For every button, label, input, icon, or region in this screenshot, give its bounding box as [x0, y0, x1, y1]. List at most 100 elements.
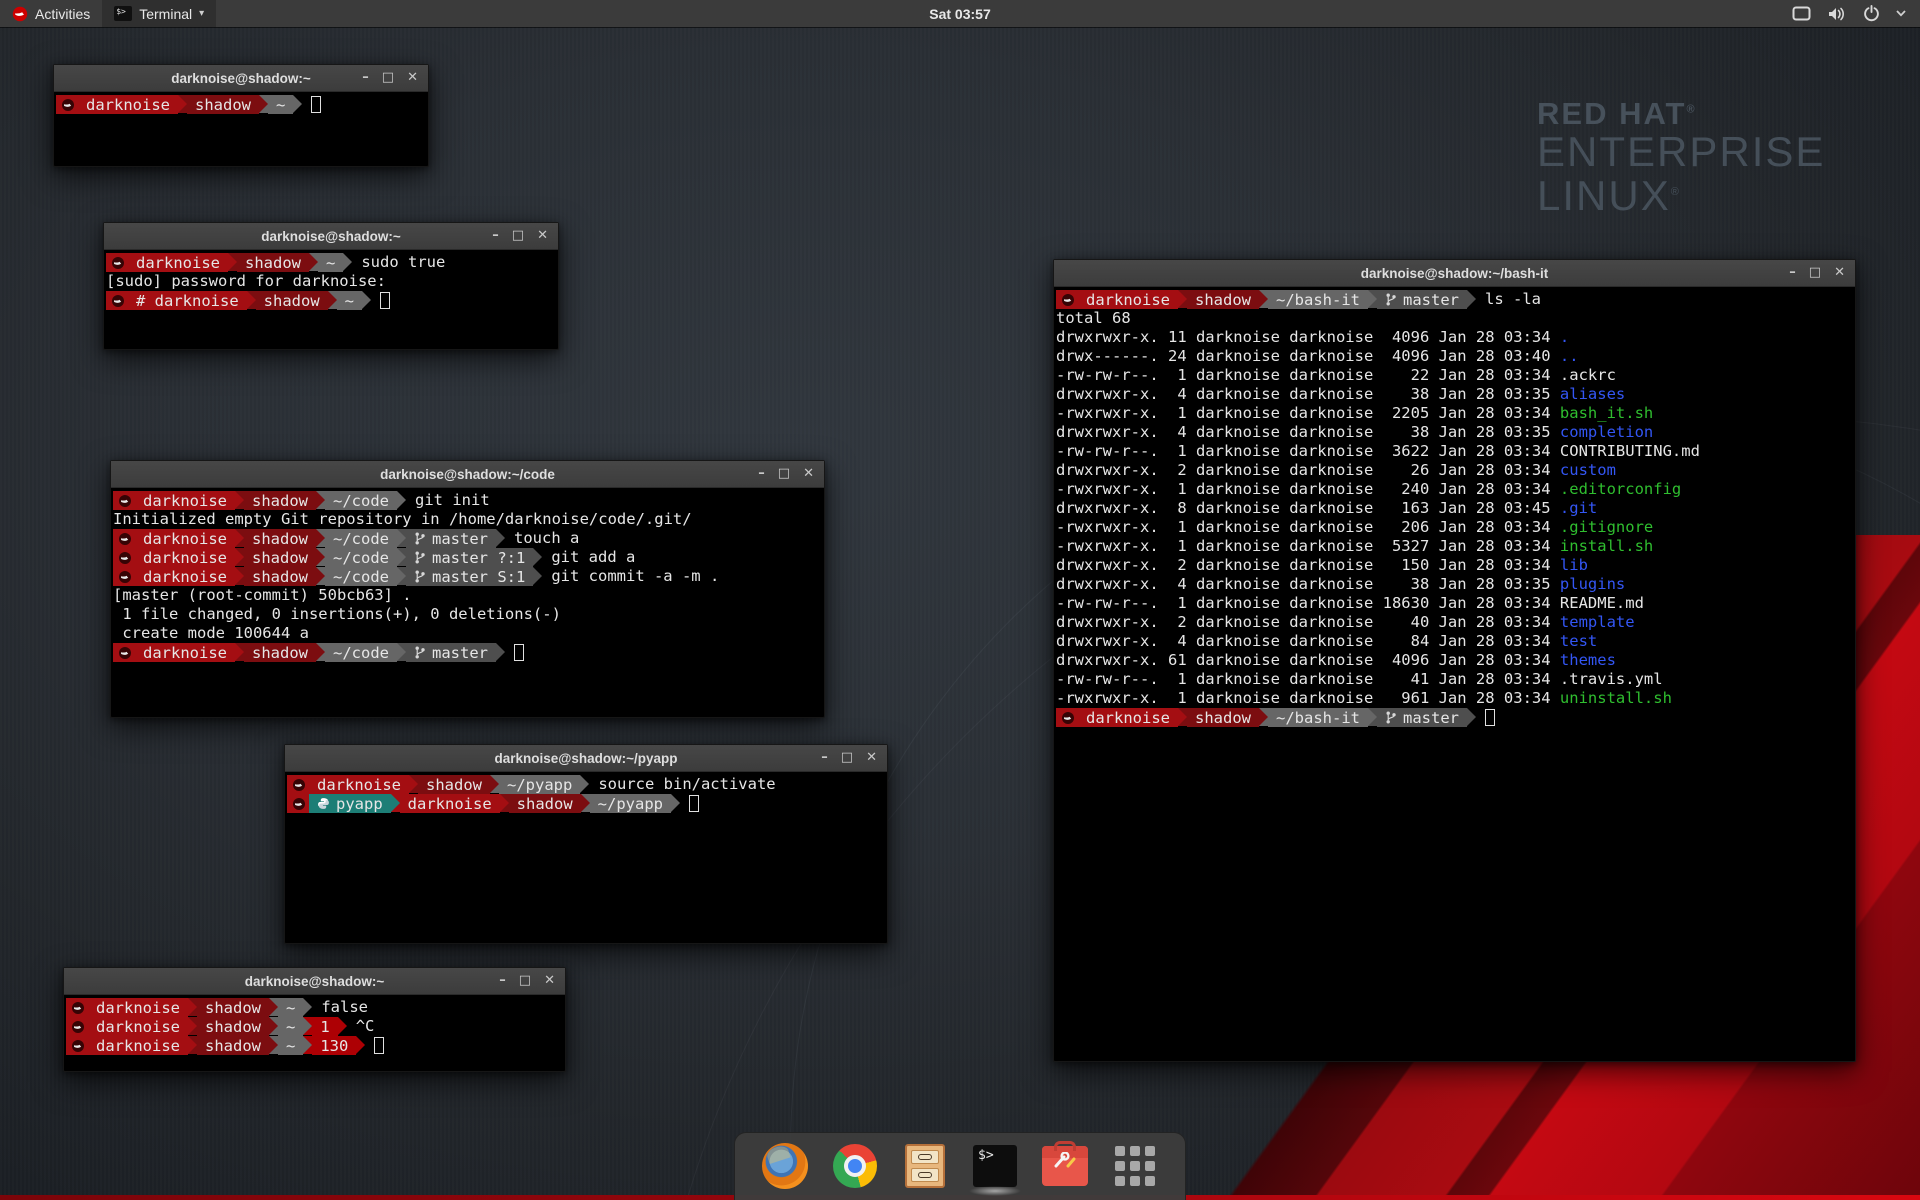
powerline-arrow — [1259, 290, 1268, 308]
powerline-arrow — [188, 1036, 197, 1054]
minimize-button[interactable]: – — [1789, 260, 1796, 286]
window-titlebar[interactable]: darknoise@shadow:~–□✕ — [104, 223, 558, 250]
terminal-line: darknoiseshadow~ — [56, 95, 428, 114]
window-titlebar[interactable]: darknoise@shadow:~/bash-it–□✕ — [1054, 260, 1855, 287]
terminal-window[interactable]: darknoise@shadow:~/pyapp–□✕darknoiseshad… — [284, 744, 888, 944]
powerline-arrow — [1467, 290, 1476, 308]
file-name: custom — [1560, 461, 1616, 479]
app-menu[interactable]: $> Terminal ▾ — [102, 0, 216, 27]
toolbox-icon[interactable] — [1041, 1142, 1089, 1190]
minimize-button[interactable]: – — [362, 65, 369, 91]
prompt-segment-path: ~/bash-it — [1268, 708, 1368, 727]
prompt-segment-path: ~/code — [325, 529, 397, 548]
maximize-button[interactable]: □ — [778, 461, 790, 487]
terminal-window[interactable]: darknoise@shadow:~–□✕darknoiseshadow~fal… — [63, 967, 566, 1072]
powerline-arrow — [316, 643, 325, 661]
terminal-line: drwxrwxr-x. 8 darknoise darknoise 163 Ja… — [1056, 499, 1855, 518]
prompt-segment-host: shadow — [197, 1017, 269, 1036]
file-name: install.sh — [1560, 537, 1653, 555]
powerline-arrow — [338, 1017, 347, 1035]
powerline-arrow — [496, 529, 505, 547]
terminal-body[interactable]: darknoiseshadow~/bash-itmasterls -latota… — [1054, 287, 1855, 1064]
prompt-segment-path: ~ — [278, 1036, 303, 1055]
powerline-arrow — [178, 95, 187, 113]
terminal-window[interactable]: darknoise@shadow:~/bash-it–□✕darknoisesh… — [1053, 259, 1856, 1062]
terminal-body[interactable]: darknoiseshadow~/codegit initInitialized… — [111, 488, 824, 720]
clock[interactable]: Sat 03:57 — [929, 6, 990, 22]
maximize-button[interactable]: □ — [519, 968, 531, 994]
desktop: RED HAT® ENTERPRISE LINUX® Activities $>… — [0, 0, 1920, 1200]
chrome-icon[interactable] — [831, 1142, 879, 1190]
window-titlebar[interactable]: darknoise@shadow:~/pyapp–□✕ — [285, 745, 887, 772]
maximize-button[interactable]: □ — [1809, 260, 1821, 286]
prompt-segment-path: ~ — [318, 253, 343, 272]
file-name: uninstall.sh — [1560, 689, 1672, 707]
maximize-button[interactable]: □ — [841, 745, 853, 771]
minimize-button[interactable]: – — [499, 968, 506, 994]
close-button[interactable]: ✕ — [866, 745, 877, 771]
prompt-segment-host: shadow — [1187, 290, 1259, 309]
terminal-body[interactable]: darknoiseshadow~/pyappsource bin/activat… — [285, 772, 887, 946]
prompt-segment-user: darknoise — [128, 253, 228, 272]
prompt-segment-path: ~/code — [325, 643, 397, 662]
minimize-button[interactable]: – — [492, 223, 499, 249]
prompt-segment-path: ~/pyapp — [590, 794, 671, 813]
app-grid-icon[interactable] — [1111, 1142, 1159, 1190]
powerline-arrow — [328, 291, 337, 309]
prompt-segment-exit: 130 — [312, 1036, 356, 1055]
display-icon — [1792, 6, 1811, 21]
file-name: aliases — [1560, 385, 1625, 403]
firefox-icon[interactable] — [761, 1142, 809, 1190]
powerline-arrow — [1368, 290, 1377, 308]
prompt-segment-user: darknoise — [88, 1036, 188, 1055]
terminal-body[interactable]: darknoiseshadow~ — [54, 92, 428, 169]
minimize-button[interactable]: – — [821, 745, 828, 771]
maximize-button[interactable]: □ — [512, 223, 524, 249]
file-name: .. — [1560, 347, 1579, 365]
command-text: sudo true — [352, 253, 445, 272]
activities-button[interactable]: Activities — [0, 0, 102, 27]
window-titlebar[interactable]: darknoise@shadow:~–□✕ — [64, 968, 565, 995]
close-button[interactable]: ✕ — [1834, 260, 1845, 286]
terminal-window[interactable]: darknoise@shadow:~–□✕darknoiseshadow~sud… — [103, 222, 559, 350]
file-name: test — [1560, 632, 1597, 650]
terminal-line: total 68 — [1056, 309, 1855, 328]
command-text: ^C — [347, 1017, 375, 1036]
terminal-body[interactable]: darknoiseshadow~falsedarknoiseshadow~1^C… — [64, 995, 565, 1074]
window-titlebar[interactable]: darknoise@shadow:~–□✕ — [54, 65, 428, 92]
system-status-area[interactable] — [1792, 0, 1920, 27]
redhat-prompt-icon — [118, 570, 132, 584]
terminal-cursor — [689, 795, 699, 812]
redhat-prompt-icon — [118, 646, 132, 660]
close-button[interactable]: ✕ — [544, 968, 555, 994]
maximize-button[interactable]: □ — [382, 65, 394, 91]
powerline-arrow — [235, 529, 244, 547]
prompt-segment-user: darknoise — [135, 643, 235, 662]
terminal-line: drwxrwxr-x. 61 darknoise darknoise 4096 … — [1056, 651, 1855, 670]
command-text: source bin/activate — [589, 775, 775, 794]
prompt-segment-user: darknoise — [309, 775, 409, 794]
close-button[interactable]: ✕ — [803, 461, 814, 487]
prompt-segment-user: darknoise — [135, 529, 235, 548]
minimize-button[interactable]: – — [758, 461, 765, 487]
terminal-body[interactable]: darknoiseshadow~sudo true[sudo] password… — [104, 250, 558, 352]
terminal-window[interactable]: darknoise@shadow:~/code–□✕darknoiseshado… — [110, 460, 825, 718]
git-branch-icon — [414, 531, 426, 546]
powerline-arrow — [490, 775, 499, 793]
terminal-line: darknoiseshadow~1^C — [66, 1017, 565, 1036]
powerline-arrow — [397, 643, 406, 661]
powerline-arrow — [671, 794, 680, 812]
redhat-prompt-icon — [111, 256, 125, 270]
file-manager-icon[interactable] — [901, 1142, 949, 1190]
window-titlebar[interactable]: darknoise@shadow:~/code–□✕ — [111, 461, 824, 488]
powerline-arrow — [269, 998, 278, 1016]
terminal-line: [master (root-commit) 50bcb63] . — [113, 586, 824, 605]
terminal-line: -rwxrwxr-x. 1 darknoise darknoise 206 Ja… — [1056, 518, 1855, 537]
terminal-line: -rwxrwxr-x. 1 darknoise darknoise 961 Ja… — [1056, 689, 1855, 708]
powerline-arrow — [356, 1036, 365, 1054]
terminal-window[interactable]: darknoise@shadow:~–□✕darknoiseshadow~ — [53, 64, 429, 167]
close-button[interactable]: ✕ — [537, 223, 548, 249]
close-button[interactable]: ✕ — [407, 65, 418, 91]
terminal-icon[interactable]: $> — [971, 1142, 1019, 1190]
terminal-cursor — [380, 292, 390, 309]
